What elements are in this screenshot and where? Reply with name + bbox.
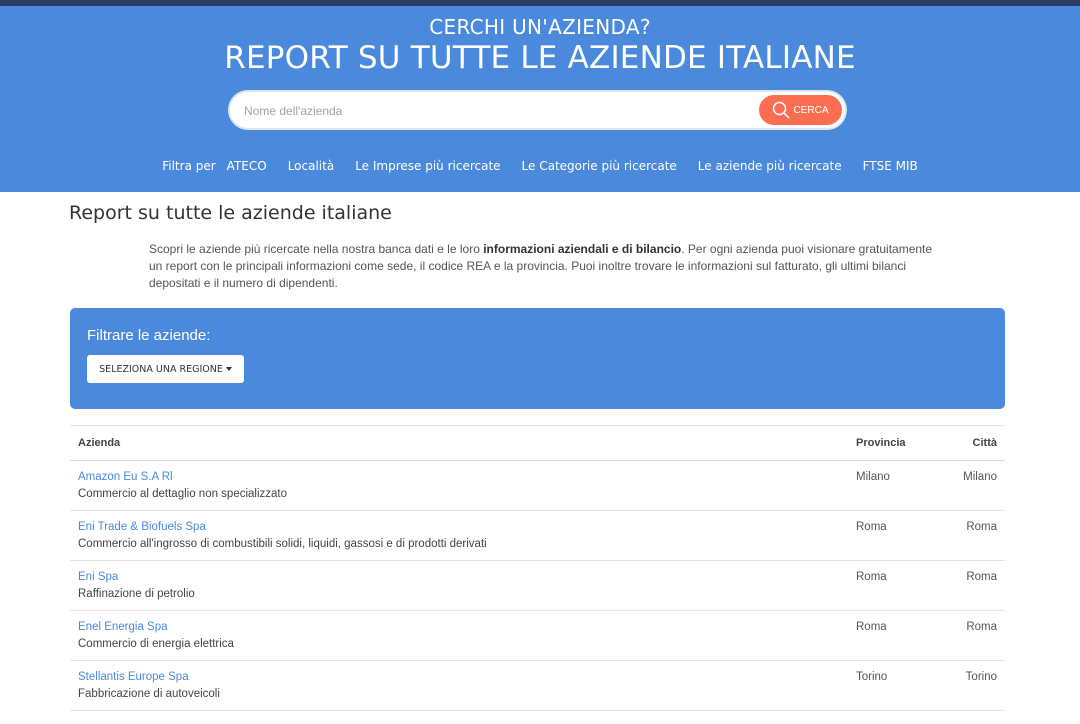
company-province: Roma (856, 571, 887, 583)
company-description: Commercio al dettaglio non specializzato (78, 488, 288, 500)
filter-by-label: Filtra per (162, 159, 216, 173)
search-icon (772, 101, 791, 119)
company-province: Milano (856, 471, 890, 483)
region-dropdown-label: SELEZIONA UNA REGIONE (99, 363, 223, 375)
company-province: Roma (856, 621, 887, 633)
nav-item-top-aziende[interactable]: Le aziende più ricercate (698, 159, 842, 173)
company-link[interactable]: Amazon Eu S.A Rl (78, 471, 173, 483)
company-link[interactable]: Eni Trade & Biofuels Spa (78, 521, 206, 533)
table-row: Eni Spa Raffinazione di petrolio Roma Ro… (70, 561, 1005, 611)
company-link[interactable]: Stellantis Europe Spa (78, 671, 189, 683)
intro-text: Scopri le aziende più ricercate nella no… (149, 241, 939, 292)
company-city: Roma (966, 621, 997, 633)
company-description: Raffinazione di petrolio (78, 588, 195, 600)
companies-table: Azienda Provincia Città Amazon Eu S.A Rl… (70, 425, 1005, 711)
table-row: Eni Trade & Biofuels Spa Commercio all'i… (70, 511, 1005, 561)
intro-before: Scopri le aziende più ricercate nella no… (149, 242, 484, 256)
table-row: Stellantis Europe Spa Fabbricazione di a… (70, 661, 1005, 711)
search-button-label: CERCA (793, 104, 829, 116)
header-company: Azienda (78, 437, 121, 449)
company-description: Commercio all'ingrosso di combustibili s… (78, 538, 487, 550)
search-bar: CERCA (230, 92, 845, 128)
company-city: Torino (965, 671, 997, 683)
filter-panel: Filtrare le aziende: SELEZIONA UNA REGIO… (70, 308, 1005, 409)
nav-item-ftse-mib[interactable]: FTSE MIB (863, 159, 918, 173)
nav-item-top-imprese[interactable]: Le Imprese più ricercate (355, 159, 500, 173)
nav-item-top-categorie[interactable]: Le Categorie più ricercate (522, 159, 677, 173)
hero-banner: CERCHI UN'AZIENDA? REPORT SU TUTTE LE AZ… (0, 6, 1080, 192)
company-description: Commercio di energia elettrica (78, 638, 234, 650)
hero-subtitle: CERCHI UN'AZIENDA? (429, 15, 651, 39)
filter-nav: Filtra per ATECO Località Le Imprese più… (0, 159, 1080, 173)
filter-title: Filtrare le aziende: (87, 327, 211, 344)
nav-item-ateco[interactable]: ATECO (227, 159, 267, 173)
company-description: Fabbricazione di autoveicoli (78, 688, 220, 700)
header-province: Provincia (856, 437, 906, 449)
table-row: Amazon Eu S.A Rl Commercio al dettaglio … (70, 461, 1005, 511)
header-city: Città (972, 437, 997, 449)
page-title: Report su tutte le aziende italiane (69, 202, 392, 224)
company-province: Roma (856, 521, 887, 533)
hero-title: REPORT SU TUTTE LE AZIENDE ITALIANE (224, 40, 856, 76)
company-province: Torino (856, 671, 888, 683)
company-link[interactable]: Eni Spa (78, 571, 118, 583)
company-city: Milano (963, 471, 997, 483)
search-button[interactable]: CERCA (759, 95, 842, 125)
intro-bold: informazioni aziendali e di bilancio (483, 242, 682, 256)
nav-item-localita[interactable]: Località (288, 159, 335, 173)
table-header: Azienda Provincia Città (70, 426, 1005, 461)
company-link[interactable]: Enel Energia Spa (78, 621, 168, 633)
table-row: Enel Energia Spa Commercio di energia el… (70, 611, 1005, 661)
caret-down-icon (225, 367, 232, 371)
region-dropdown-button[interactable]: SELEZIONA UNA REGIONE (87, 355, 244, 383)
company-city: Roma (966, 521, 997, 533)
search-input[interactable] (242, 100, 746, 122)
company-city: Roma (966, 571, 997, 583)
